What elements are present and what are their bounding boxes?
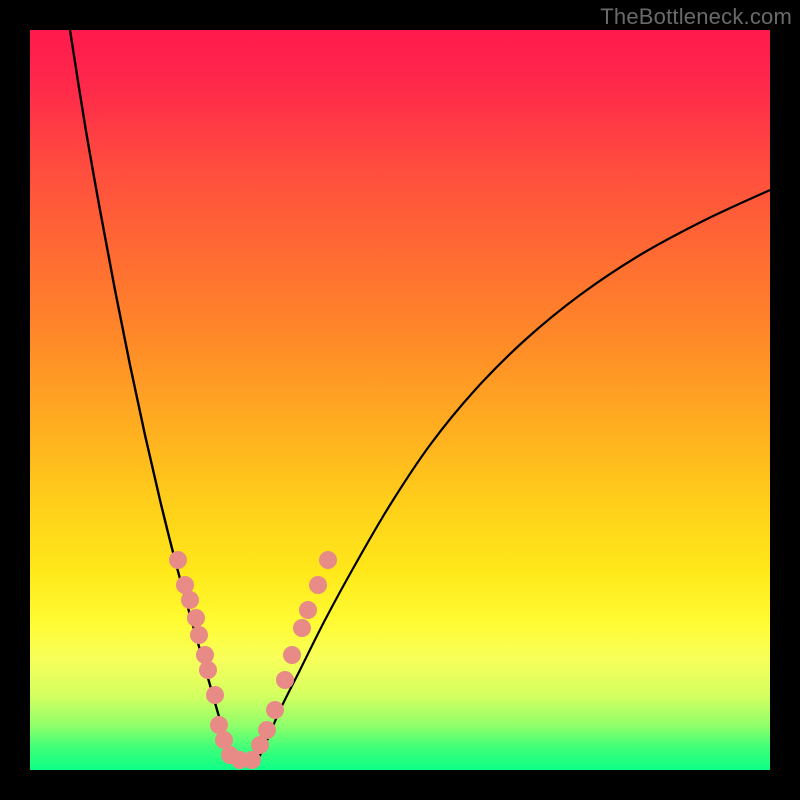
observed-points-group [169,551,337,769]
data-point [169,551,187,569]
data-point [299,601,317,619]
data-point [276,671,294,689]
data-point [199,661,217,679]
data-point [187,609,205,627]
chart-frame: TheBottleneck.com [0,0,800,800]
curve-right-arm [255,190,770,765]
watermark-text: TheBottleneck.com [600,4,792,30]
data-point [196,646,214,664]
chart-svg [30,30,770,770]
data-point [293,619,311,637]
data-point [181,591,199,609]
data-point [319,551,337,569]
data-point [190,626,208,644]
data-point [283,646,301,664]
data-point [206,686,224,704]
plot-area [30,30,770,770]
data-point [258,721,276,739]
data-point [309,576,327,594]
data-point [266,701,284,719]
